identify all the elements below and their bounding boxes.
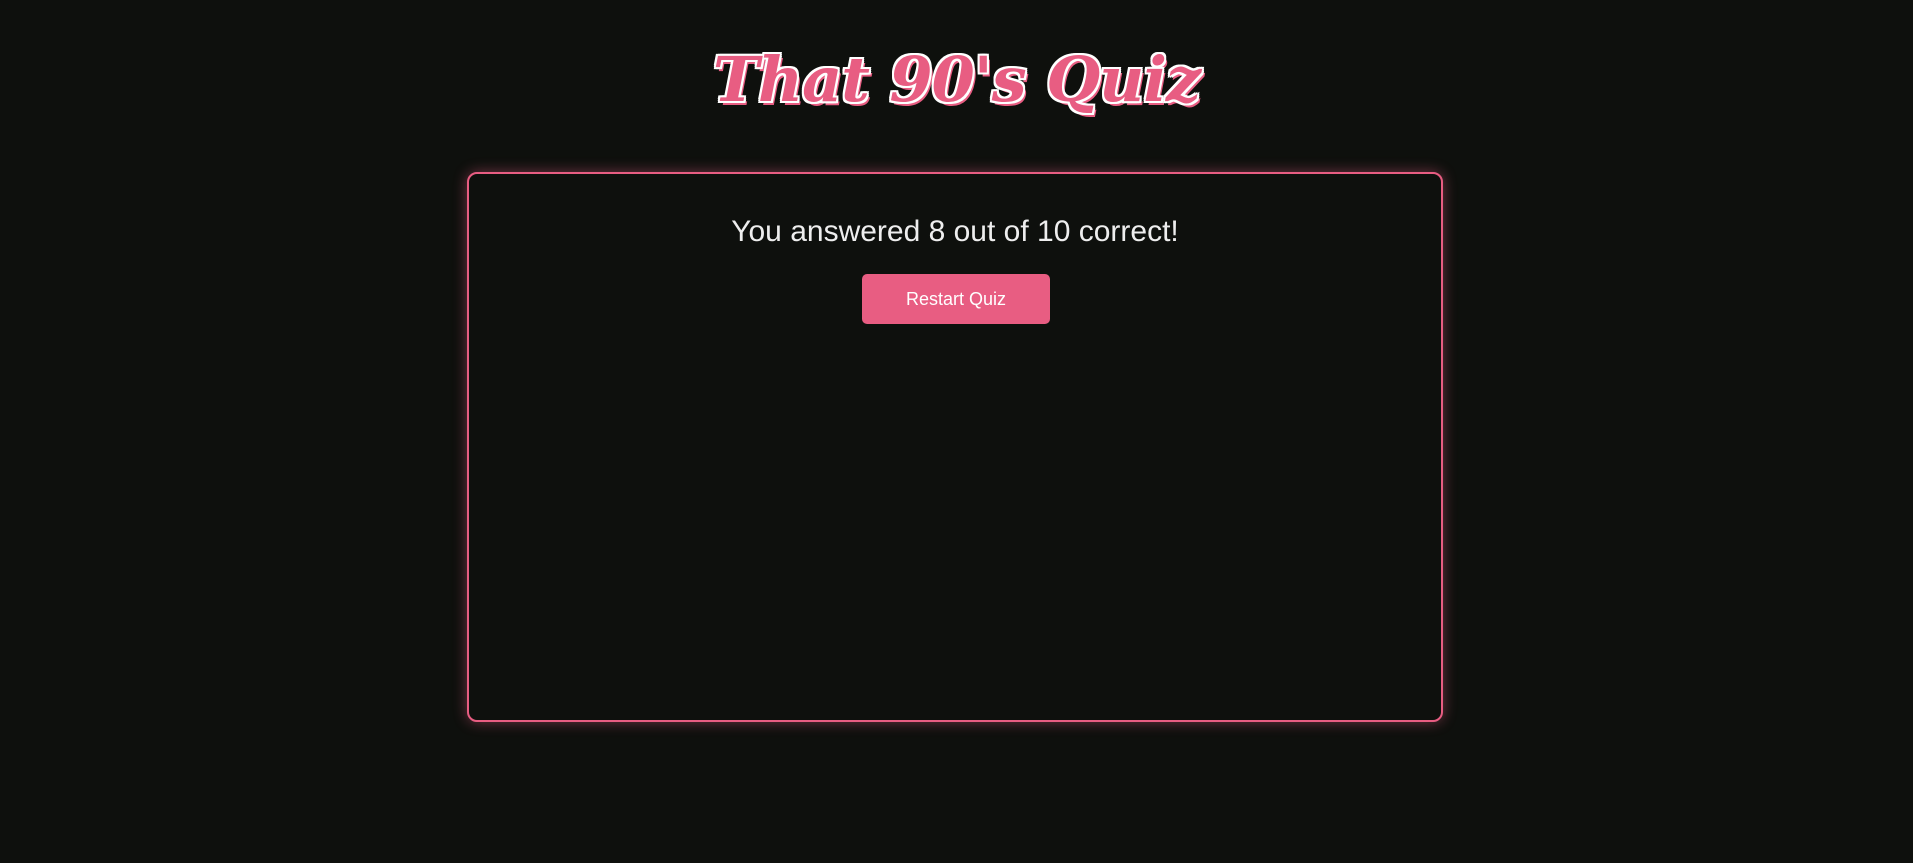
- quiz-result-card: You answered 8 out of 10 correct! Restar…: [467, 172, 1443, 722]
- restart-quiz-button[interactable]: Restart Quiz: [862, 274, 1050, 324]
- page-title: That 90's Quiz: [712, 43, 1201, 116]
- score-message: You answered 8 out of 10 correct!: [731, 215, 1179, 248]
